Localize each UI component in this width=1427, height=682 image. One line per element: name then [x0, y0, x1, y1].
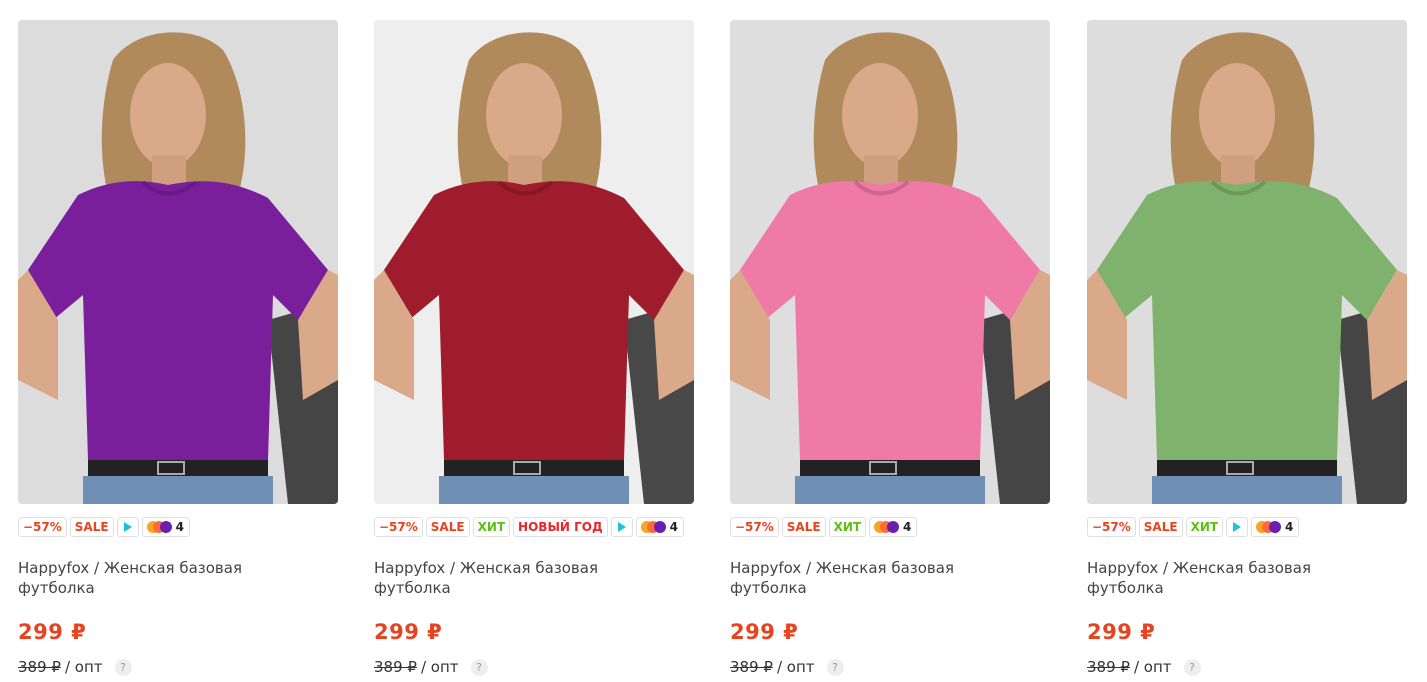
product-price: 299 ₽	[1087, 620, 1156, 644]
old-price: 389 ₽	[18, 658, 61, 676]
help-icon[interactable]: ?	[1183, 658, 1201, 676]
sale-badge: SALE	[69, 517, 114, 537]
help-icon[interactable]: ?	[826, 658, 844, 676]
play-icon	[123, 522, 132, 532]
model-image	[374, 20, 694, 504]
play-icon	[617, 522, 626, 532]
color-swatches-icon	[640, 521, 666, 533]
sale-badge: SALE	[1138, 517, 1183, 537]
sale-badge: SALE	[781, 517, 826, 537]
old-price: 389 ₽	[730, 658, 773, 676]
help-icon[interactable]: ?	[114, 658, 132, 676]
wholesale-label: / опт	[1133, 658, 1172, 676]
hit-badge: ХИТ	[1185, 517, 1224, 537]
product-photo[interactable]	[374, 20, 694, 504]
new-year-badge: НОВЫЙ ГОД	[513, 517, 608, 537]
badge-row: −57% SALE ХИТ НОВЫЙ ГОД 4	[374, 517, 684, 537]
product-title[interactable]: Happyfox / Женская базовая футболка	[374, 558, 674, 598]
colors-badge: 4	[635, 517, 684, 537]
discount-badge: −57%	[18, 517, 67, 537]
product-price: 299 ₽	[374, 620, 443, 644]
wholesale-label: / опт	[64, 658, 103, 676]
model-image	[730, 20, 1050, 504]
video-badge	[610, 517, 633, 537]
old-price-row: 389 ₽ / опт ?	[374, 658, 488, 676]
help-icon[interactable]: ?	[470, 658, 488, 676]
colors-count: 4	[669, 520, 678, 534]
product-grid: −57% SALE 4 Happyfox / Женская базовая фут…	[0, 0, 1427, 682]
discount-badge: −57%	[374, 517, 423, 537]
product-card[interactable]: −57% SALE ХИТ 4 Happyfox / Женская базовая …	[1087, 20, 1407, 682]
color-swatches-icon	[1256, 521, 1282, 533]
discount-badge: −57%	[1087, 517, 1136, 537]
model-image	[1087, 20, 1407, 504]
product-title[interactable]: Happyfox / Женская базовая футболка	[730, 558, 1030, 598]
old-price: 389 ₽	[1087, 658, 1130, 676]
discount-badge: −57%	[730, 517, 779, 537]
product-title[interactable]: Happyfox / Женская базовая футболка	[18, 558, 318, 598]
badge-row: −57% SALE 4	[18, 517, 190, 537]
wholesale-label: / опт	[776, 658, 815, 676]
hit-badge: ХИТ	[472, 517, 511, 537]
old-price: 389 ₽	[374, 658, 417, 676]
model-image	[18, 20, 338, 504]
product-card[interactable]: −57% SALE ХИТ НОВЫЙ ГОД 4 Happyfox / Женская…	[374, 20, 694, 682]
product-card[interactable]: −57% SALE ХИТ 4 Happyfox / Женская базовая …	[730, 20, 1050, 682]
colors-count: 4	[175, 520, 184, 534]
sale-badge: SALE	[425, 517, 470, 537]
old-price-row: 389 ₽ / опт ?	[18, 658, 132, 676]
colors-count: 4	[903, 520, 912, 534]
play-icon	[1233, 522, 1242, 532]
product-title[interactable]: Happyfox / Женская базовая футболка	[1087, 558, 1387, 598]
colors-count: 4	[1285, 520, 1294, 534]
product-price: 299 ₽	[730, 620, 799, 644]
color-swatches-icon	[874, 521, 900, 533]
product-photo[interactable]	[730, 20, 1050, 504]
color-swatches-icon	[146, 521, 172, 533]
colors-badge: 4	[1251, 517, 1300, 537]
colors-badge: 4	[141, 517, 190, 537]
colors-badge: 4	[869, 517, 918, 537]
product-photo[interactable]	[1087, 20, 1407, 504]
badge-row: −57% SALE ХИТ 4	[1087, 517, 1300, 537]
product-card[interactable]: −57% SALE 4 Happyfox / Женская базовая фут…	[18, 20, 338, 682]
video-badge	[116, 517, 139, 537]
old-price-row: 389 ₽ / опт ?	[730, 658, 844, 676]
badge-row: −57% SALE ХИТ 4	[730, 517, 918, 537]
wholesale-label: / опт	[420, 658, 459, 676]
video-badge	[1226, 517, 1249, 537]
product-price: 299 ₽	[18, 620, 87, 644]
product-photo[interactable]	[18, 20, 338, 504]
hit-badge: ХИТ	[828, 517, 867, 537]
old-price-row: 389 ₽ / опт ?	[1087, 658, 1201, 676]
